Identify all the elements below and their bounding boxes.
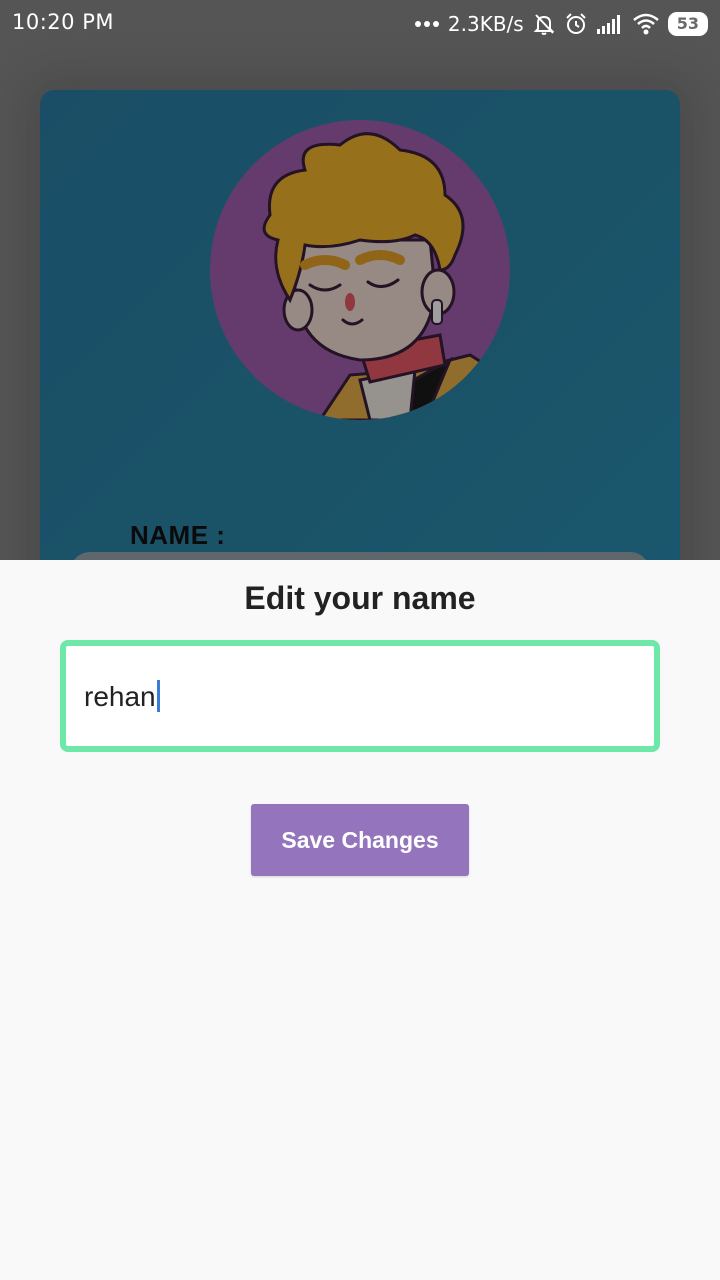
more-dots-icon bbox=[414, 19, 440, 29]
status-time: 10:20 PM bbox=[12, 10, 114, 34]
wifi-icon bbox=[632, 13, 660, 35]
status-bar: 10:20 PM 2.3KB/s 53 bbox=[0, 0, 720, 48]
network-speed: 2.3KB/s bbox=[447, 12, 524, 36]
profile-screen-background: NAME : bbox=[0, 0, 720, 560]
save-changes-button[interactable]: Save Changes bbox=[251, 804, 469, 876]
status-indicators: 2.3KB/s 53 bbox=[414, 8, 708, 40]
signal-icon bbox=[596, 13, 624, 35]
notifications-off-icon bbox=[532, 12, 556, 36]
modal-scrim[interactable] bbox=[0, 0, 720, 560]
alarm-icon bbox=[564, 12, 588, 36]
battery-indicator: 53 bbox=[667, 12, 708, 36]
edit-name-sheet: Edit your name rehan Save Changes bbox=[0, 560, 720, 1280]
name-input-container: rehan bbox=[60, 640, 660, 752]
sheet-title: Edit your name bbox=[244, 580, 476, 616]
name-input[interactable] bbox=[66, 646, 654, 746]
